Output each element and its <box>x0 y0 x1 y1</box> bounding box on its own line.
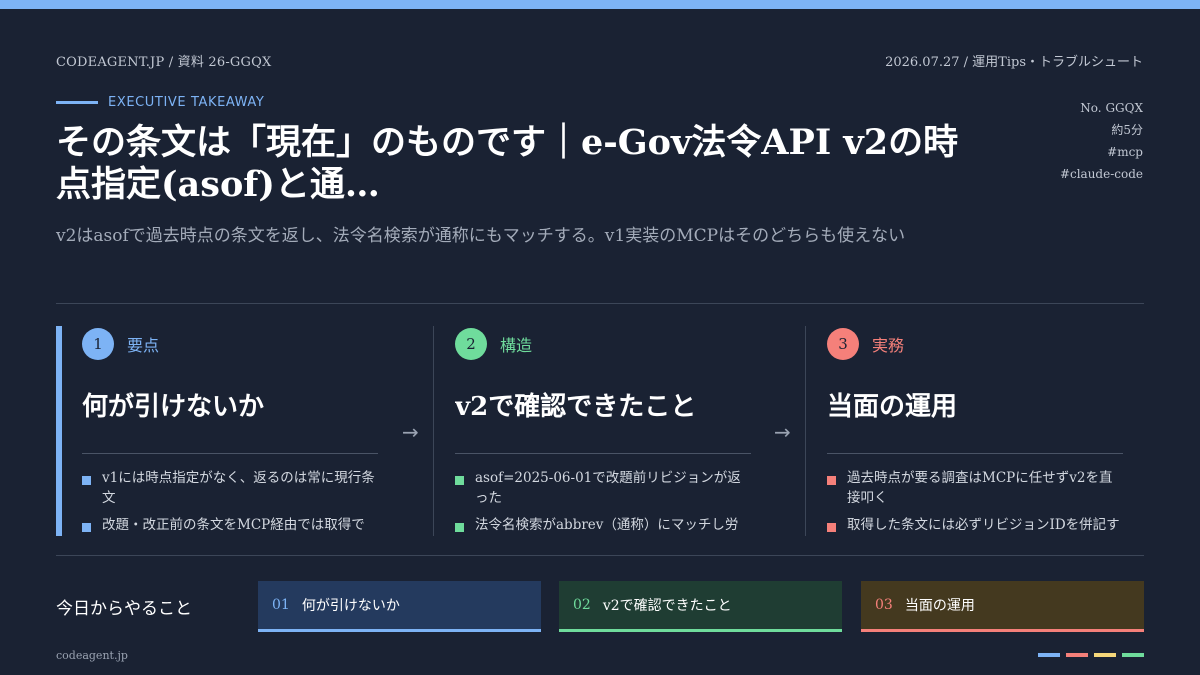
bullet-text: 取得した条文には必ずリビジョンIDを併記する <box>847 517 1120 533</box>
column-1-header: 1 要点 <box>82 328 159 360</box>
bullet-square-icon <box>455 523 464 532</box>
list-item: 法令名検索がabbrev（通称）にマッチし労基法は9件 <box>455 515 751 536</box>
bullet-text: 改題・改正前の条文をMCP経由では取得できない <box>102 517 365 533</box>
meta-tag-mcp[interactable]: #mcp <box>1060 141 1143 163</box>
column-separator <box>433 326 434 536</box>
todo-item-3[interactable]: 03 当面の運用 <box>861 581 1144 632</box>
list-item: 過去時点が要る調査はMCPに任せずv2を直接叩く <box>827 468 1123 508</box>
bullet-text: 法令名検索がabbrev（通称）にマッチし労基法は9件 <box>475 517 739 533</box>
bullet-square-icon <box>82 523 91 532</box>
bullet-square-icon <box>455 476 464 485</box>
column-1-accent-bar <box>56 326 62 536</box>
bullet-square-icon <box>827 523 836 532</box>
column-2-number-badge: 2 <box>455 328 487 360</box>
page-title: その条文は「現在」のものです｜e-Gov法令API v2の時点指定(asof)と… <box>56 122 959 205</box>
column-3-bullets: 過去時点が要る調査はMCPに任せずv2を直接叩く 取得した条文には必ずリビジョン… <box>827 468 1123 536</box>
column-1-label: 要点 <box>127 336 160 355</box>
column-3-number-badge: 3 <box>827 328 859 360</box>
takeaway-columns: 1 要点 何が引けないか v1には時点指定がなく、返るのは常に現行条文 改題・改… <box>56 326 1144 536</box>
column-2-header: 2 構造 <box>455 328 532 360</box>
bullet-square-icon <box>827 476 836 485</box>
column-1-rule <box>82 453 378 454</box>
arrow-right-icon: → <box>774 420 791 444</box>
column-summary: 1 要点 何が引けないか v1には時点指定がなく、返るのは常に現行条文 改題・改… <box>82 326 382 536</box>
column-3-header: 3 実務 <box>827 328 904 360</box>
list-item: 改題・改正前の条文をMCP経由では取得できない <box>82 515 378 536</box>
page-subtitle: v2はasofで過去時点の条文を返し、法令名検索が通称にもマッチする。v1実装の… <box>56 226 906 246</box>
meta-tag-claude-code[interactable]: #claude-code <box>1060 163 1143 185</box>
divider-bottom <box>56 555 1144 556</box>
todo-item-2-number: 02 <box>573 597 591 613</box>
kicker: EXECUTIVE TAKEAWAY <box>56 95 264 110</box>
column-1-number-badge: 1 <box>82 328 114 360</box>
todo-item-3-text: 当面の運用 <box>904 598 975 614</box>
column-3-rule <box>827 453 1123 454</box>
column-3-label: 実務 <box>872 336 905 355</box>
list-item: asof=2025-06-01で改題前リビジョンが返った <box>455 468 751 508</box>
meta-reading-time: 約5分 <box>1111 123 1143 137</box>
arrow-right-icon: → <box>402 420 419 444</box>
dash-green <box>1122 653 1144 657</box>
color-key-dashes <box>1032 653 1144 657</box>
bullet-text: asof=2025-06-01で改題前リビジョンが返った <box>475 470 741 506</box>
todo-item-1-text: 何が引けないか <box>301 598 400 614</box>
todo-item-3-number: 03 <box>875 597 893 613</box>
kicker-text: EXECUTIVE TAKEAWAY <box>108 95 265 110</box>
kicker-line <box>56 101 98 104</box>
column-2-title: v2で確認できたこと <box>455 392 697 422</box>
top-accent-bar <box>0 0 1200 9</box>
column-1-bullets: v1には時点指定がなく、返るのは常に現行条文 改題・改正前の条文をMCP経由では… <box>82 468 378 536</box>
dash-blue <box>1038 653 1060 657</box>
todo-item-1[interactable]: 01 何が引けないか <box>258 581 541 632</box>
footer-site[interactable]: codeagent.jp <box>56 649 128 662</box>
bullet-square-icon <box>82 476 91 485</box>
brand-doc-id: CODEAGENT.JP / 資料 26-GGQX <box>56 55 272 70</box>
todo-label: 今日からやること <box>56 599 192 619</box>
column-2-rule <box>455 453 751 454</box>
bullet-text: 過去時点が要る調査はMCPに任せずv2を直接叩く <box>847 470 1113 506</box>
column-practice: 3 実務 当面の運用 過去時点が要る調査はMCPに任せずv2を直接叩く 取得した… <box>827 326 1127 536</box>
column-3-title: 当面の運用 <box>827 392 958 422</box>
column-structure: 2 構造 v2で確認できたこと asof=2025-06-01で改題前リビジョン… <box>455 326 755 536</box>
list-item: 取得した条文には必ずリビジョンIDを併記する <box>827 515 1123 536</box>
todo-item-2[interactable]: 02 v2で確認できたこと <box>559 581 842 632</box>
dash-red <box>1066 653 1088 657</box>
column-2-label: 構造 <box>500 336 533 355</box>
date-category: 2026.07.27 / 運用Tips・トラブルシュート <box>885 55 1143 70</box>
column-1-title: 何が引けないか <box>82 392 265 422</box>
column-2-bullets: asof=2025-06-01で改題前リビジョンが返った 法令名検索がabbre… <box>455 468 751 536</box>
meta-block: No. GGQX 約5分 #mcp #claude-code <box>1060 97 1143 185</box>
todo-item-2-text: v2で確認できたこと <box>602 598 732 614</box>
meta-number: No. GGQX <box>1080 101 1143 115</box>
list-item: v1には時点指定がなく、返るのは常に現行条文 <box>82 468 378 508</box>
todo-item-1-number: 01 <box>272 597 290 613</box>
bullet-text: v1には時点指定がなく、返るのは常に現行条文 <box>102 470 375 506</box>
divider-top <box>56 303 1144 304</box>
dash-yellow <box>1094 653 1116 657</box>
column-separator <box>805 326 806 536</box>
